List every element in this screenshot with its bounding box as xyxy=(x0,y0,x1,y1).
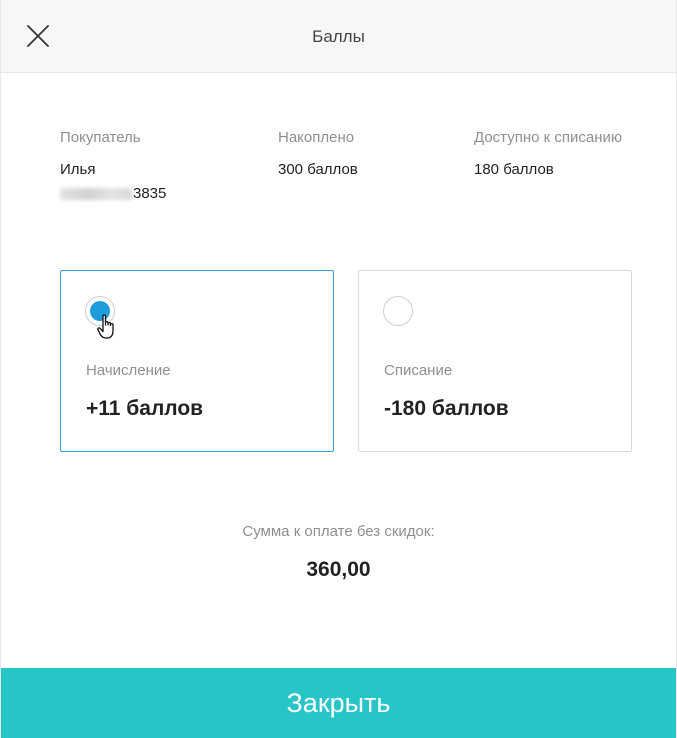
available-value: 180 баллов xyxy=(474,161,554,178)
option-value-accrual: +11 баллов xyxy=(86,397,204,420)
available-info: Доступно к списанию 180 баллов xyxy=(474,129,622,179)
summary-value: 360,00 xyxy=(306,558,371,581)
option-label-accrual: Начисление xyxy=(86,362,171,379)
option-value-writeoff: -180 баллов xyxy=(384,397,509,420)
buyer-label: Покупатель xyxy=(60,129,141,146)
summary-label: Сумма к оплате без скидок: xyxy=(242,523,435,540)
option-label-writeoff: Списание xyxy=(384,362,453,379)
accumulated-info: Накоплено 300 баллов xyxy=(278,129,358,179)
dialog-header: Баллы xyxy=(1,0,676,73)
option-card-accrual[interactable]: Начисление +11 баллов xyxy=(60,270,334,452)
masked-phone-digits xyxy=(60,188,132,200)
points-dialog: Баллы Покупатель Илья 3835 Накоплено 300… xyxy=(0,0,677,738)
option-card-writeoff[interactable]: Списание -180 баллов xyxy=(358,270,632,452)
dialog-title: Баллы xyxy=(312,27,365,46)
buyer-name: Илья xyxy=(60,161,96,178)
close-button[interactable]: Закрыть xyxy=(1,668,676,738)
radio-writeoff[interactable] xyxy=(383,296,413,326)
buyer-phone-suffix: 3835 xyxy=(133,185,167,202)
available-label: Доступно к списанию xyxy=(474,129,623,146)
buyer-info: Покупатель Илья 3835 xyxy=(60,129,166,203)
accumulated-value: 300 баллов xyxy=(278,161,358,178)
buyer-phone: 3835 xyxy=(60,185,166,203)
radio-selected-dot xyxy=(90,301,110,321)
accumulated-label: Накоплено xyxy=(278,129,355,146)
radio-accrual[interactable] xyxy=(85,296,115,326)
